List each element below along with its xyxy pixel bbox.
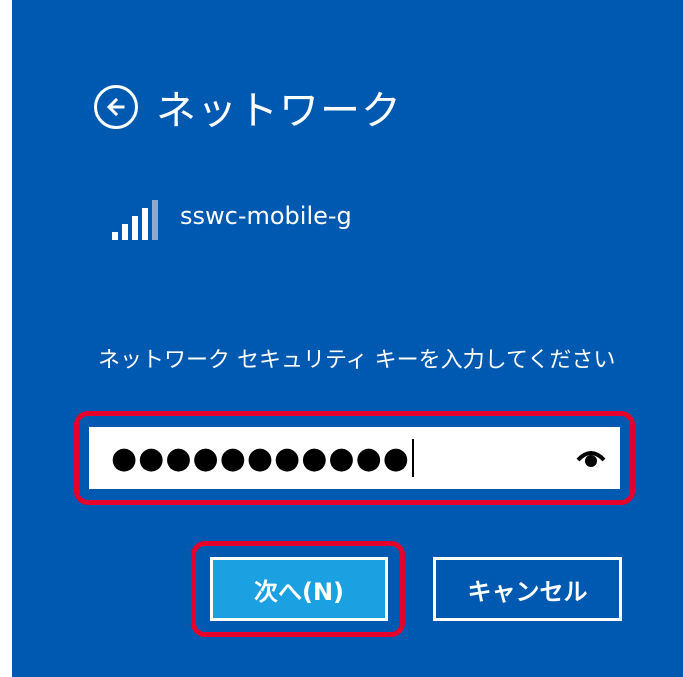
next-button[interactable]: 次へ(N) bbox=[210, 557, 388, 621]
back-button[interactable] bbox=[94, 85, 138, 129]
security-key-prompt: ネットワーク セキュリティ キーを入力してください bbox=[98, 348, 616, 373]
back-arrow-circle-icon bbox=[106, 97, 125, 117]
text-caret bbox=[411, 439, 414, 477]
network-name: sswc-mobile-g bbox=[180, 202, 352, 230]
security-key-input[interactable]: ●●●●●●●●●●● bbox=[89, 427, 620, 489]
reveal-password-icon[interactable] bbox=[576, 444, 606, 472]
header: ネットワーク bbox=[94, 78, 402, 136]
password-value: ●●●●●●●●●●● bbox=[111, 440, 410, 476]
cancel-button[interactable]: キャンセル bbox=[433, 557, 622, 621]
network-row: sswc-mobile-g bbox=[112, 200, 352, 242]
page-title: ネットワーク bbox=[156, 88, 402, 134]
wifi-signal-icon bbox=[112, 200, 158, 240]
